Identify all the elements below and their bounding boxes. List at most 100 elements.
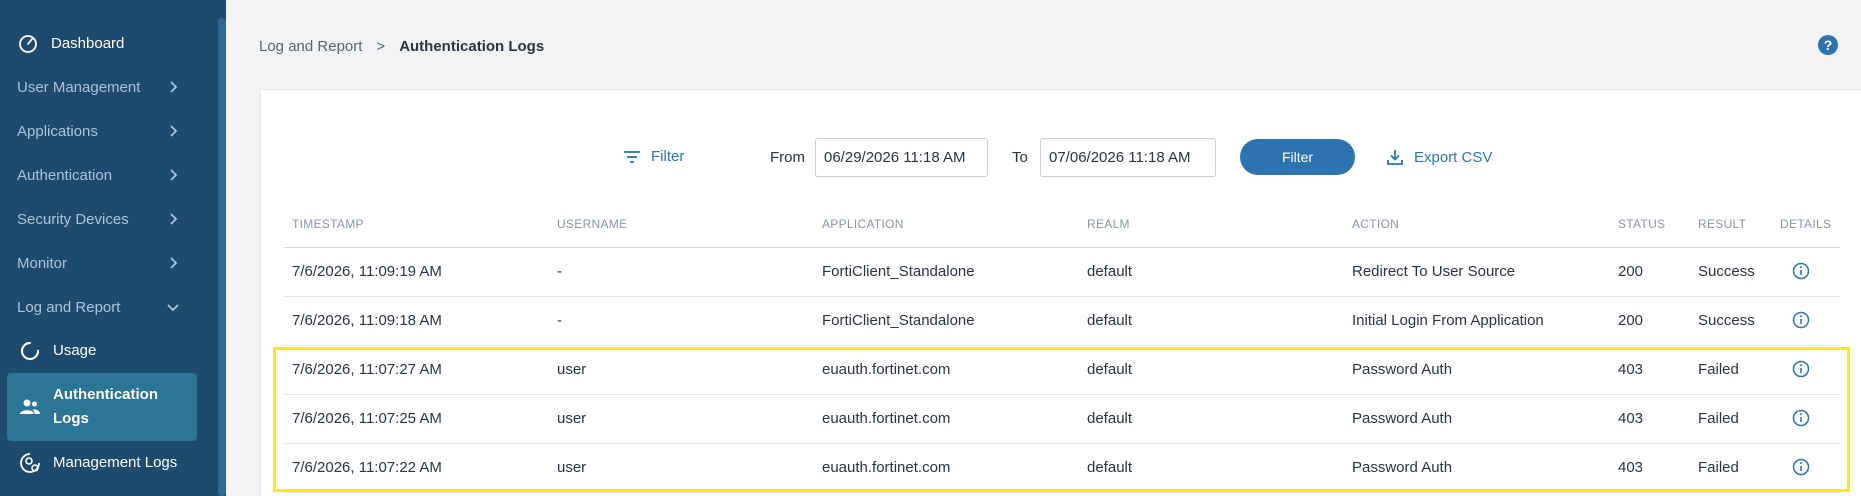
info-icon[interactable]: [1792, 311, 1810, 329]
cell-realm: default: [1087, 263, 1133, 280]
cell-timestamp: 7/6/2026, 11:09:19 AM: [292, 263, 442, 280]
breadcrumb: Log and Report > Authentication Logs: [259, 38, 544, 55]
auth-logs-table: TIMESTAMP USERNAME APPLICATION REALM ACT…: [284, 200, 1840, 493]
info-icon[interactable]: [1792, 262, 1810, 280]
info-icon[interactable]: [1792, 458, 1810, 476]
sidebar-item-user-management[interactable]: User Management: [0, 67, 215, 107]
table-row[interactable]: 7/6/2026, 11:07:27 AM user euauth.fortin…: [284, 346, 1840, 395]
cell-timestamp: 7/6/2026, 11:07:25 AM: [292, 410, 442, 427]
cell-status: 403: [1618, 361, 1644, 378]
column-header-timestamp[interactable]: TIMESTAMP: [292, 217, 364, 231]
cell-action: Initial Login From Application: [1352, 312, 1544, 329]
cell-result: Success: [1698, 312, 1755, 329]
sidebar-item-label: Applications: [17, 122, 98, 140]
cell-status: 200: [1618, 312, 1644, 329]
chevron-down-icon: [167, 304, 179, 312]
breadcrumb-current: Authentication Logs: [399, 38, 545, 55]
cell-result: Failed: [1698, 459, 1739, 476]
info-icon[interactable]: [1792, 409, 1810, 427]
cell-application: FortiClient_Standalone: [822, 263, 975, 280]
chevron-right-icon: [170, 213, 178, 225]
cell-action: Password Auth: [1352, 361, 1453, 378]
cell-realm: default: [1087, 361, 1133, 378]
cell-status: 200: [1618, 263, 1644, 280]
filter-toolbar: Filter From To Filter Export CSV: [0, 138, 1861, 178]
column-header-result[interactable]: RESULT: [1698, 217, 1746, 231]
sidebar-item-log-and-report[interactable]: Log and Report: [0, 287, 215, 327]
cell-status: 403: [1618, 459, 1644, 476]
cell-username: user: [557, 459, 587, 476]
info-icon[interactable]: [1792, 360, 1810, 378]
cell-action: Password Auth: [1352, 410, 1453, 427]
filter-button[interactable]: Filter: [1240, 139, 1355, 175]
column-header-realm[interactable]: REALM: [1087, 217, 1130, 231]
help-icon[interactable]: ?: [1818, 35, 1838, 55]
cell-result: Failed: [1698, 410, 1739, 427]
sidebar-item-label: Usage: [53, 342, 97, 359]
cell-timestamp: 7/6/2026, 11:09:18 AM: [292, 312, 442, 329]
usage-icon: [19, 340, 41, 362]
to-date-input[interactable]: [1040, 138, 1216, 177]
column-header-username[interactable]: USERNAME: [557, 217, 627, 231]
chevron-right-icon: [170, 125, 178, 137]
cell-status: 403: [1618, 410, 1644, 427]
export-csv-label: Export CSV: [1414, 148, 1493, 166]
table-row[interactable]: 7/6/2026, 11:09:18 AM - FortiClient_Stan…: [284, 297, 1840, 346]
sidebar-item-dashboard[interactable]: Dashboard: [0, 23, 215, 63]
table-row[interactable]: 7/6/2026, 11:07:22 AM user euauth.fortin…: [284, 444, 1840, 493]
cell-realm: default: [1087, 410, 1133, 427]
filter-lines-icon: [624, 150, 640, 163]
cell-application: euauth.fortinet.com: [822, 361, 951, 378]
cell-action: Redirect To User Source: [1352, 263, 1516, 280]
cell-timestamp: 7/6/2026, 11:07:22 AM: [292, 459, 442, 476]
cell-application: FortiClient_Standalone: [822, 312, 975, 329]
gear-user-icon: [19, 452, 41, 474]
table-header: TIMESTAMP USERNAME APPLICATION REALM ACT…: [284, 200, 1840, 248]
sidebar-subitem-usage[interactable]: Usage: [7, 331, 197, 371]
chevron-right-icon: [170, 257, 178, 269]
cell-result: Success: [1698, 263, 1755, 280]
from-date-input[interactable]: [815, 138, 988, 177]
cell-application: euauth.fortinet.com: [822, 459, 951, 476]
sidebar-item-label: Dashboard: [51, 34, 125, 52]
cell-timestamp: 7/6/2026, 11:07:27 AM: [292, 361, 442, 378]
sidebar: Dashboard User Management Applications A…: [0, 0, 226, 496]
users-icon: [19, 396, 41, 418]
column-header-status[interactable]: STATUS: [1618, 217, 1665, 231]
cell-realm: default: [1087, 312, 1133, 329]
cell-username: user: [557, 410, 587, 427]
cell-username: user: [557, 361, 587, 378]
column-header-application[interactable]: APPLICATION: [822, 217, 904, 231]
column-header-details: DETAILS: [1780, 217, 1832, 231]
sidebar-item-label: Monitor: [17, 254, 68, 272]
download-icon: [1387, 150, 1403, 165]
cell-action: Password Auth: [1352, 459, 1453, 476]
cell-username: -: [557, 312, 562, 329]
column-header-action[interactable]: ACTION: [1352, 217, 1399, 231]
dashboard-icon: [17, 32, 39, 54]
cell-result: Failed: [1698, 361, 1739, 378]
breadcrumb-separator: >: [376, 38, 386, 55]
sidebar-item-monitor[interactable]: Monitor: [0, 243, 215, 283]
table-row[interactable]: 7/6/2026, 11:09:19 AM - FortiClient_Stan…: [284, 248, 1840, 297]
sidebar-subitem-management-logs[interactable]: Management Logs: [7, 443, 197, 483]
sidebar-scrollbar[interactable]: [218, 18, 226, 496]
to-label: To: [1012, 149, 1028, 166]
sidebar-subitem-authentication-logs[interactable]: Authentication Logs: [7, 373, 197, 441]
sidebar-item-label: Log and Report: [17, 298, 121, 316]
sidebar-item-label: Authentication Logs: [53, 386, 158, 427]
filter-toggle[interactable]: Filter: [623, 148, 684, 165]
breadcrumb-parent-link[interactable]: Log and Report: [259, 38, 362, 55]
chevron-right-icon: [170, 81, 178, 93]
table-row[interactable]: 7/6/2026, 11:07:25 AM user euauth.fortin…: [284, 395, 1840, 444]
cell-username: -: [557, 263, 562, 280]
sidebar-item-label: User Management: [17, 78, 141, 96]
sidebar-item-label: Management Logs: [53, 454, 178, 471]
sidebar-item-label: Security Devices: [17, 210, 129, 228]
cell-application: euauth.fortinet.com: [822, 410, 951, 427]
filter-toggle-label: Filter: [651, 148, 685, 165]
cell-realm: default: [1087, 459, 1133, 476]
export-csv-button[interactable]: Export CSV: [1386, 148, 1492, 166]
from-label: From: [770, 149, 805, 166]
sidebar-item-security-devices[interactable]: Security Devices: [0, 199, 215, 239]
